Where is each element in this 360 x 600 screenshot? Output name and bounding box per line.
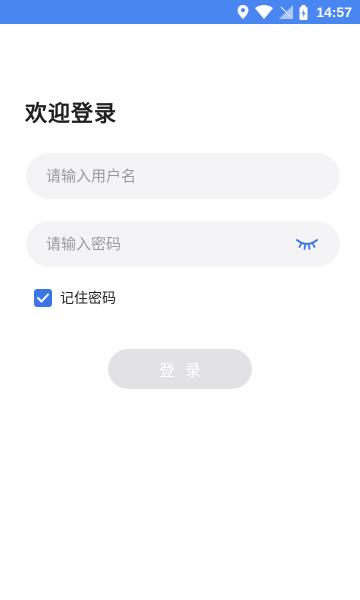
password-input[interactable] xyxy=(46,221,294,267)
remember-label: 记住密码 xyxy=(60,291,116,307)
eye-closed-icon[interactable] xyxy=(294,235,320,253)
battery-icon xyxy=(299,4,308,20)
status-time: 14:57 xyxy=(316,4,352,20)
username-input[interactable] xyxy=(46,153,320,199)
wifi-icon xyxy=(255,5,274,19)
checkmark-icon xyxy=(37,293,49,303)
remember-password-row[interactable]: 记住密码 xyxy=(34,288,116,308)
page-title: 欢迎登录 xyxy=(25,102,118,127)
status-bar: 14:57 xyxy=(0,0,360,24)
username-field[interactable] xyxy=(26,153,340,199)
location-icon xyxy=(237,5,249,19)
remember-checkbox[interactable] xyxy=(34,289,52,307)
login-button[interactable]: 登录 xyxy=(108,349,252,389)
signal-icon xyxy=(279,5,294,19)
password-field[interactable] xyxy=(26,221,340,267)
